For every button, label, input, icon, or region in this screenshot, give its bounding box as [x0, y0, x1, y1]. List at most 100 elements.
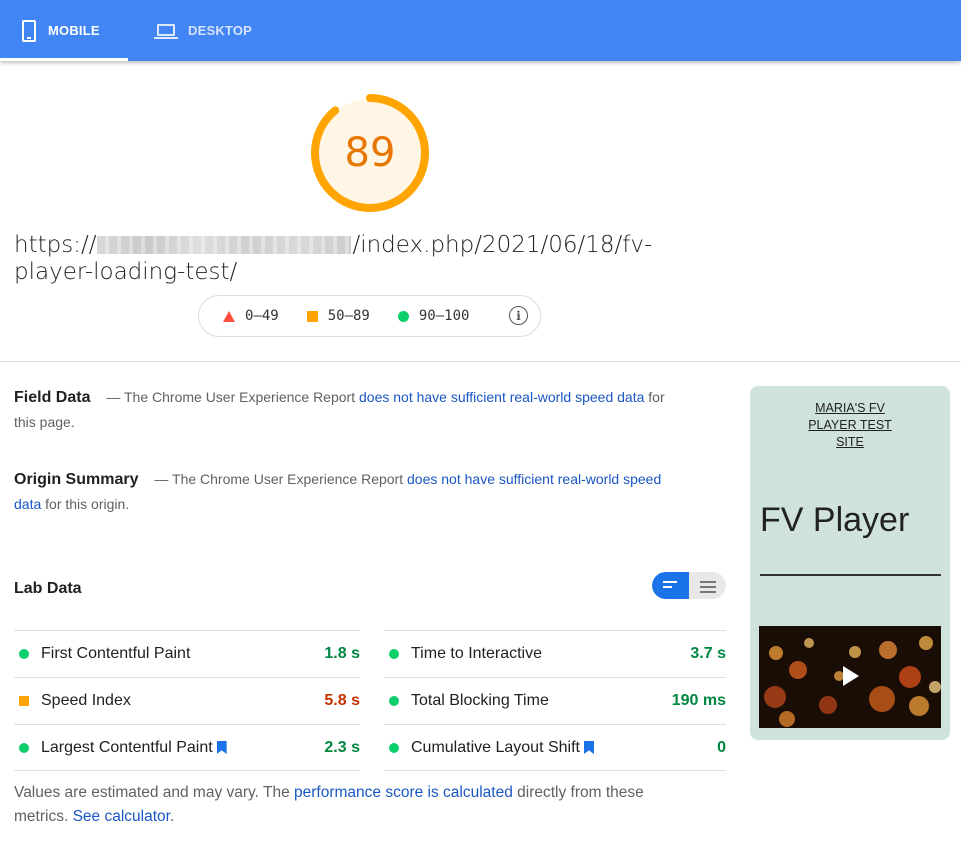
- page-screenshot-preview: MARIA'S FV PLAYER TEST SITE FV Player: [750, 386, 950, 740]
- bookmark-icon[interactable]: [216, 741, 227, 754]
- tab-mobile-label: MOBILE: [48, 23, 100, 38]
- average-square-icon: [306, 310, 318, 322]
- metric-row: Time to Interactive 3.7 s: [384, 630, 726, 677]
- active-tab-indicator: [0, 58, 128, 61]
- metric-label: First Contentful Paint: [41, 645, 190, 663]
- field-data-link[interactable]: does not have sufficient real-world spee…: [359, 389, 644, 405]
- origin-summary-dash: —: [154, 471, 169, 487]
- preview-site-title-line: PLAYER TEST: [808, 418, 892, 432]
- performance-score-link[interactable]: performance score is calculated: [294, 784, 513, 801]
- preview-site-title-line: SITE: [836, 435, 864, 449]
- metric-row: Total Blocking Time 190 ms: [384, 677, 726, 724]
- mobile-phone-icon: [22, 19, 36, 42]
- bokeh-light: [899, 666, 921, 688]
- pass-circle-icon: [19, 649, 29, 659]
- origin-summary-title: Origin Summary: [14, 471, 139, 488]
- bokeh-light: [804, 638, 814, 648]
- metric-label: Largest Contentful Paint: [41, 739, 227, 757]
- footnote-text-3: .: [169, 808, 175, 825]
- preview-site-title: MARIA'S FV PLAYER TEST SITE: [750, 400, 950, 451]
- bookmark-icon[interactable]: [583, 741, 594, 754]
- metric-label-text: Time to Interactive: [411, 645, 543, 662]
- bokeh-light: [764, 686, 786, 708]
- metric-label: Time to Interactive: [411, 645, 542, 663]
- laptop-icon: [154, 22, 178, 40]
- metric-label: Speed Index: [41, 692, 131, 710]
- metrics-column-left: First Contentful Paint 1.8 s Speed Index 5.…: [14, 630, 360, 771]
- score-scale-legend: 0–49 50–89 90–100 i: [198, 295, 541, 337]
- average-square-icon: [19, 696, 29, 706]
- legend-average: 50–89: [306, 308, 370, 324]
- metric-label-text: First Contentful Paint: [41, 645, 191, 662]
- lab-data-title: Lab Data: [14, 580, 82, 597]
- performance-score-gauge: 89: [310, 93, 430, 213]
- metric-label-text: Total Blocking Time: [411, 692, 549, 709]
- legend-fail: 0–49: [223, 308, 279, 324]
- bokeh-light: [779, 711, 795, 727]
- metric-label-text: Cumulative Layout Shift: [411, 738, 580, 756]
- footnote-text-1: Values are estimated and may vary. The: [14, 784, 290, 801]
- metric-value: 190 ms: [671, 692, 726, 709]
- legend-pass-range: 90–100: [418, 308, 470, 324]
- legend-average-range: 50–89: [327, 308, 370, 324]
- metric-row: Largest Contentful Paint 2.3 s: [14, 724, 360, 771]
- see-calculator-link[interactable]: See calculator: [73, 808, 170, 825]
- list-lines-icon: [700, 581, 716, 596]
- report-tab-bar: MOBILE DESKTOP: [0, 0, 961, 61]
- bokeh-light: [849, 646, 861, 658]
- preview-page-heading: FV Player: [760, 501, 910, 539]
- metric-row: First Contentful Paint 1.8 s: [14, 630, 360, 677]
- info-icon[interactable]: i: [509, 306, 528, 325]
- metric-label-text: Speed Index: [41, 692, 131, 709]
- pass-circle-icon: [389, 742, 399, 753]
- tab-desktop[interactable]: DESKTOP: [128, 0, 278, 61]
- redacted-domain: [97, 236, 352, 254]
- pass-circle-icon: [19, 742, 29, 753]
- metric-row: Cumulative Layout Shift 0: [384, 724, 726, 771]
- field-data-title: Field Data: [14, 389, 91, 406]
- lab-metrics-grid: First Contentful Paint 1.8 s Speed Index 5.…: [14, 630, 726, 771]
- compact-view-button[interactable]: [652, 572, 689, 599]
- field-data-dash: —: [106, 389, 121, 405]
- origin-summary-section: Origin Summary — The Chrome User Experie…: [14, 467, 674, 517]
- metric-label-text: Largest Contentful Paint: [41, 738, 213, 756]
- metric-row: Speed Index 5.8 s: [14, 677, 360, 724]
- fail-triangle-icon: [223, 310, 235, 322]
- pass-circle-icon: [389, 649, 399, 659]
- origin-summary-text: The Chrome User Experience Report: [172, 471, 404, 487]
- field-data-section: Field Data — The Chrome User Experience …: [14, 385, 674, 435]
- bokeh-light: [869, 686, 895, 712]
- metric-label: Cumulative Layout Shift: [411, 739, 594, 757]
- origin-summary-text-after: for this origin.: [45, 496, 130, 512]
- performance-score-value: 89: [344, 130, 396, 176]
- bokeh-light: [789, 661, 807, 679]
- metric-value: 1.8 s: [324, 645, 360, 662]
- tab-mobile[interactable]: MOBILE: [0, 0, 128, 61]
- bokeh-light: [879, 641, 897, 659]
- pass-circle-icon: [389, 696, 399, 706]
- metric-label: Total Blocking Time: [411, 692, 549, 710]
- bokeh-light: [919, 636, 933, 650]
- bokeh-light: [909, 696, 929, 716]
- bokeh-light: [929, 681, 941, 693]
- preview-site-title-line: MARIA'S FV: [815, 401, 885, 415]
- preview-heading-rule: [760, 574, 941, 576]
- section-divider: [0, 361, 961, 362]
- compact-lines-icon: [663, 581, 677, 591]
- field-data-text: The Chrome User Experience Report: [124, 389, 356, 405]
- metric-value: 2.3 s: [324, 738, 360, 756]
- legend-pass: 90–100: [397, 308, 470, 324]
- pass-circle-icon: [397, 310, 409, 322]
- legend-fail-range: 0–49: [245, 308, 279, 324]
- url-prefix: https://: [14, 232, 97, 258]
- metric-value: 5.8 s: [324, 692, 360, 709]
- play-icon: [843, 666, 859, 686]
- metrics-column-right: Time to Interactive 3.7 s Total Blocking T…: [384, 630, 726, 771]
- bokeh-light: [819, 696, 837, 714]
- tested-url: https:///index.php/2021/06/18/fv-player-…: [14, 232, 724, 286]
- expanded-view-button[interactable]: [689, 572, 726, 599]
- tab-desktop-label: DESKTOP: [188, 23, 253, 38]
- metric-value: 0: [717, 738, 726, 756]
- bokeh-light: [769, 646, 783, 660]
- preview-video-thumbnail: [759, 626, 941, 728]
